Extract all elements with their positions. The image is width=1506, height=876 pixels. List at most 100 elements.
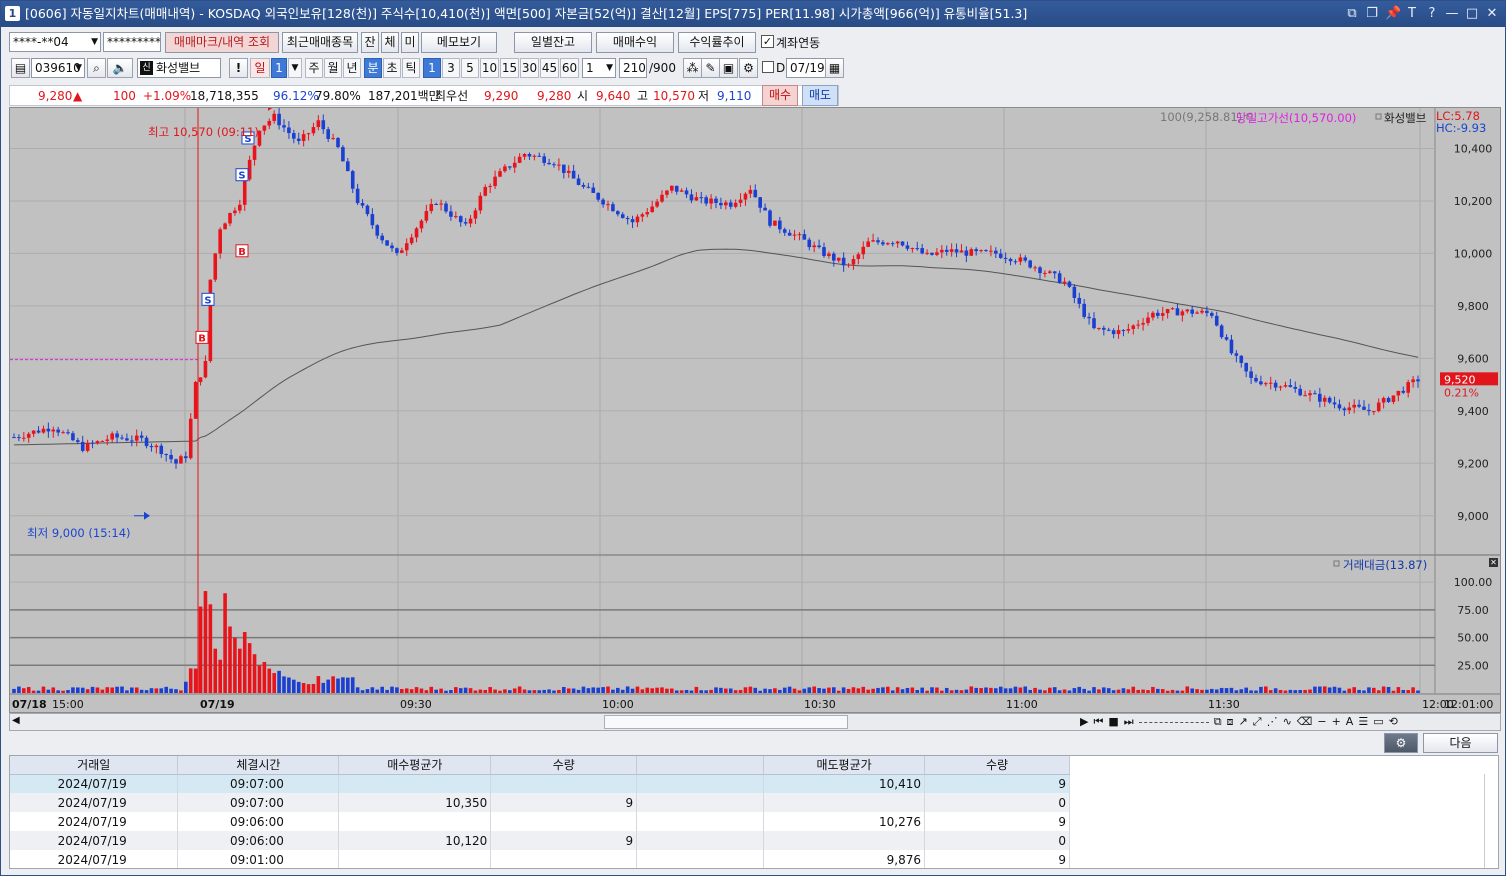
calendar-icon[interactable]: ▦: [825, 58, 844, 78]
erase-tool-icon[interactable]: ⌫: [1297, 714, 1313, 730]
column-header[interactable]: [636, 756, 765, 775]
play-icon[interactable]: ▶: [1080, 714, 1088, 730]
font-icon[interactable]: T: [1405, 1, 1419, 27]
zoom-out-icon[interactable]: −: [1317, 714, 1326, 730]
grid-settings-gear-icon[interactable]: ⚙: [1384, 733, 1418, 753]
password-input[interactable]: *********: [103, 32, 161, 52]
daily-balance-button[interactable]: 일별잔고: [514, 32, 592, 53]
account-select[interactable]: ****-**04 ▼: [9, 32, 101, 52]
period-minute[interactable]: 분: [364, 58, 382, 78]
rewind-icon[interactable]: ⏮: [1093, 714, 1103, 730]
table-row[interactable]: 2024/07/19 09:06:00 10,276 9: [10, 812, 1070, 831]
layout-icon[interactable]: ▤: [11, 58, 30, 78]
save-icon[interactable]: ▣: [719, 58, 738, 78]
period-year[interactable]: 년: [343, 58, 361, 78]
text-tool-icon[interactable]: A: [1346, 714, 1354, 730]
minute-15[interactable]: 15: [500, 58, 519, 78]
date-input[interactable]: 07/19: [786, 58, 826, 78]
unfilled-chip[interactable]: 미: [401, 32, 419, 53]
draw-tool-icon[interactable]: ✎: [701, 58, 720, 78]
tool-icon[interactable]: ⧉: [1214, 714, 1222, 730]
column-header[interactable]: 거래일: [10, 756, 179, 775]
minute-60[interactable]: 60: [560, 58, 579, 78]
column-header[interactable]: 매도평균가: [763, 756, 926, 775]
column-header[interactable]: 매수평균가: [338, 756, 492, 775]
maximize-icon[interactable]: □: [1465, 1, 1479, 27]
link-account-checkbox[interactable]: ✓: [761, 35, 774, 48]
minimize-icon[interactable]: —: [1445, 1, 1459, 27]
period-week[interactable]: 주: [305, 58, 323, 78]
minute-5[interactable]: 5: [461, 58, 479, 78]
list-icon[interactable]: ☰: [1358, 714, 1368, 730]
sell-button[interactable]: 매도: [802, 85, 838, 106]
table-row[interactable]: 2024/07/19 09:01:00 9,876 9: [10, 850, 1070, 868]
period-day[interactable]: 일: [250, 58, 270, 78]
close-pane-icon[interactable]: ✕: [1489, 558, 1498, 567]
balance-chip[interactable]: 잔: [361, 32, 379, 53]
pin-icon[interactable]: 📌: [1385, 1, 1401, 27]
minute-45[interactable]: 45: [540, 58, 559, 78]
recent-stocks-button[interactable]: 최근매매종목: [282, 32, 358, 53]
trend-tool-icon[interactable]: ↗: [1239, 714, 1248, 730]
period-month[interactable]: 월: [324, 58, 342, 78]
pattern-tool-icon[interactable]: ∿: [1283, 714, 1292, 730]
memo-button[interactable]: 메모보기: [421, 32, 497, 53]
settings-grid-icon[interactable]: ⁂: [683, 58, 702, 78]
stop-icon[interactable]: ■: [1108, 714, 1118, 730]
alert-icon[interactable]: !: [229, 58, 248, 78]
interval-select[interactable]: 1 ▼: [582, 58, 616, 78]
scroll-left-icon[interactable]: ◀: [12, 715, 20, 726]
minute-3[interactable]: 3: [442, 58, 460, 78]
trade-marks-button[interactable]: 매매마크/내역 조회: [165, 32, 279, 53]
restore-icon[interactable]: ❐: [1365, 1, 1379, 27]
close-icon[interactable]: ✕: [1485, 1, 1499, 27]
column-header[interactable]: 체결시간: [177, 756, 340, 775]
reset-icon[interactable]: ⟲: [1389, 714, 1398, 730]
volume-bar: [1288, 689, 1293, 693]
stock-name-field[interactable]: 신 화성밸브: [137, 58, 221, 78]
period-tick[interactable]: 틱: [402, 58, 420, 78]
stock-code-input[interactable]: 039610 ▼: [31, 58, 85, 78]
tool-icon[interactable]: ⧈: [1227, 714, 1234, 730]
table-row[interactable]: 2024/07/19 09:07:00 10,350 9 0: [10, 793, 1070, 812]
count-input[interactable]: 210: [619, 58, 647, 78]
candle-body: [650, 206, 654, 213]
trend-tool-icon[interactable]: ⤢: [1253, 714, 1262, 730]
trade-profit-button[interactable]: 매매수익: [596, 32, 674, 53]
table-cell: 9: [924, 812, 1070, 831]
gear-icon[interactable]: ⚙: [739, 58, 758, 78]
filled-chip[interactable]: 체: [381, 32, 399, 53]
date-checkbox[interactable]: [762, 61, 774, 73]
chart-scrollbar[interactable]: ◀ ▶ ⏮ ■ ⏭ ⧉ ⧈ ↗ ⤢ ⋰ ∿ ⌫ − + A ☰ ▭ ⟲: [9, 713, 1501, 731]
help-icon[interactable]: ?: [1425, 1, 1439, 27]
speaker-icon[interactable]: 🔈: [107, 58, 133, 78]
volume-tick-label: 100.00: [1454, 576, 1493, 589]
link-icon[interactable]: ⧉: [1345, 1, 1359, 27]
zoom-slider[interactable]: [1138, 714, 1209, 723]
table-row[interactable]: 2024/07/19 09:07:00 10,410 9: [10, 774, 1070, 793]
buy-button[interactable]: 매수: [762, 85, 798, 106]
window-icon[interactable]: ▭: [1373, 714, 1383, 730]
return-trend-button[interactable]: 수익률추이: [678, 32, 756, 53]
volume-bar: [606, 686, 610, 693]
candle-body: [778, 220, 782, 230]
column-header[interactable]: 수량: [924, 756, 1070, 775]
period-day-count[interactable]: 1: [271, 58, 287, 78]
column-header[interactable]: 수량: [490, 756, 638, 775]
search-icon[interactable]: ⌕: [87, 58, 106, 78]
scroll-thumb[interactable]: [604, 715, 848, 729]
table-scrollbar[interactable]: [1484, 774, 1494, 868]
minute-30[interactable]: 30: [520, 58, 539, 78]
next-button[interactable]: 다음: [1423, 733, 1498, 753]
minute-10[interactable]: 10: [480, 58, 499, 78]
fast-forward-icon[interactable]: ⏭: [1124, 714, 1134, 730]
zoom-in-icon[interactable]: +: [1332, 714, 1341, 730]
chart-canvas[interactable]: 10,400 10,200 10,000 9,800 9,600 9,400 9,200 9,…: [10, 108, 1500, 712]
price-chart[interactable]: 10,400 10,200 10,000 9,800 9,600 9,400 9,200 9,…: [9, 107, 1501, 713]
table-row[interactable]: 2024/07/19 09:06:00 10,120 9 0: [10, 831, 1070, 850]
fib-tool-icon[interactable]: ⋰: [1267, 714, 1278, 730]
volume-bar: [989, 687, 993, 693]
minute-1[interactable]: 1: [423, 58, 441, 78]
chevron-down-icon[interactable]: ▼: [288, 58, 302, 78]
period-second[interactable]: 초: [383, 58, 401, 78]
